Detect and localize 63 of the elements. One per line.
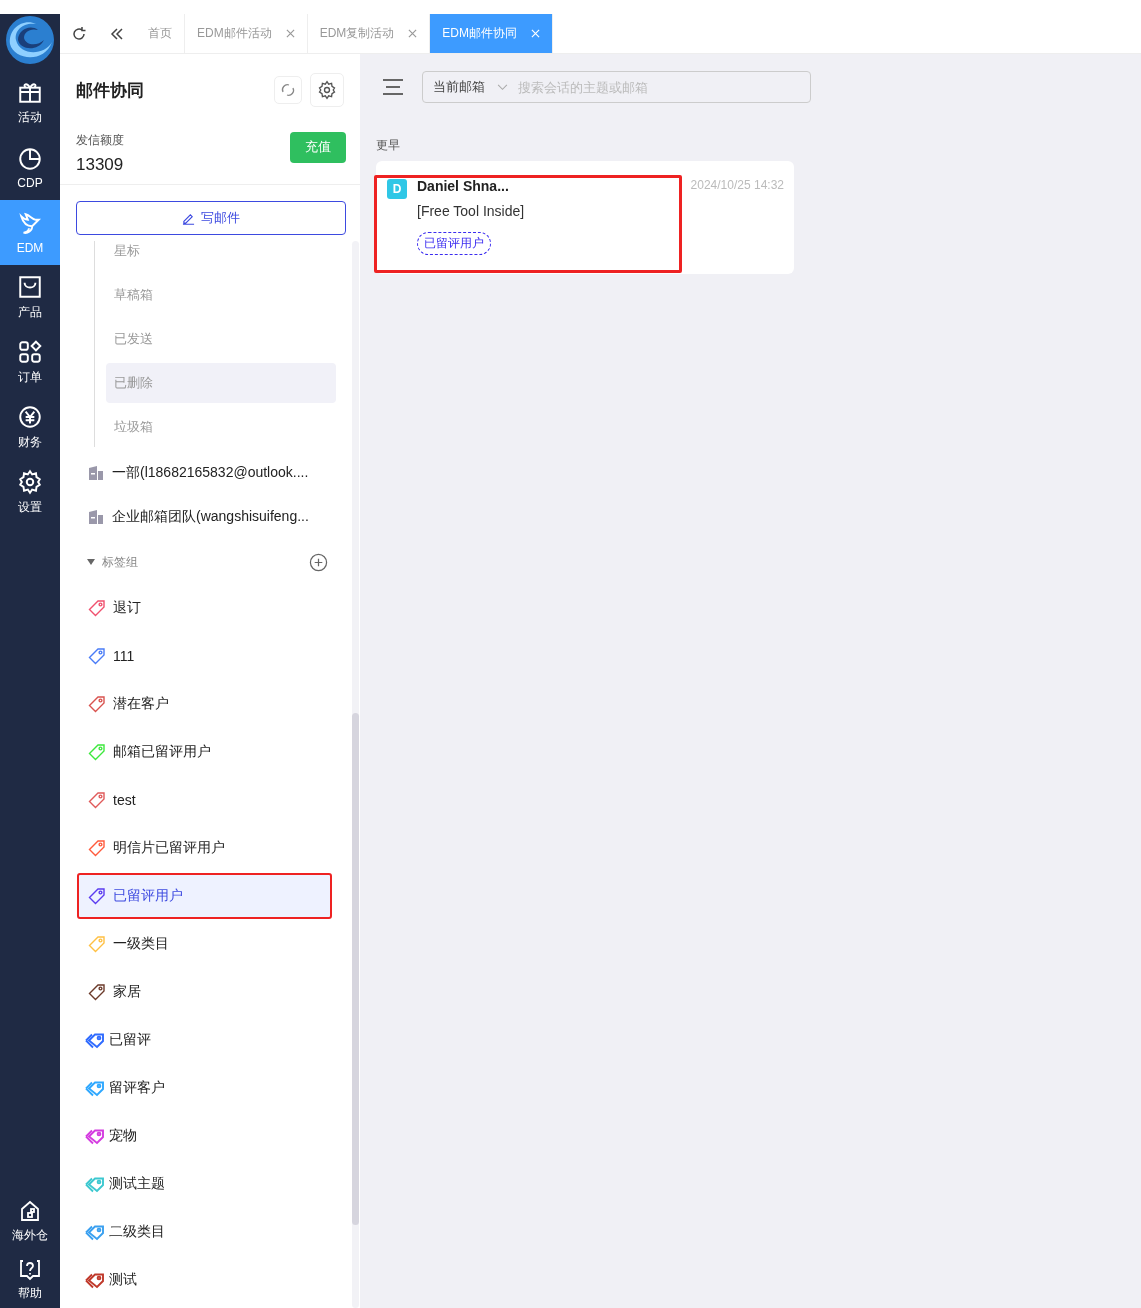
close-icon[interactable] [408,29,418,38]
sender-name: Daniel Shna... [417,177,509,195]
sync-icon [280,82,296,98]
menu-icon[interactable] [382,78,404,96]
panel-title: 邮件协同 [76,79,145,102]
tag-item[interactable]: 明信片已留评用户 [77,825,332,871]
tag-item[interactable]: 一级类目 [77,921,332,967]
bag-icon [17,274,43,300]
mailbox-select[interactable]: 当前邮箱 [433,78,485,96]
tag-item[interactable]: test [77,777,332,823]
tag-item[interactable]: 111 [77,633,332,679]
nav-item[interactable]: 帮助 [0,1250,60,1308]
tag-item[interactable]: 潜在客户 [77,681,332,727]
tag-item[interactable]: 退订 [77,585,332,631]
tag-item[interactable]: 已留评 [77,1017,332,1063]
nav-item[interactable]: 财务 [0,395,60,460]
account-item[interactable]: 企业邮箱团队(wangshisuifeng... [60,495,360,539]
tag-item[interactable]: 测试主题 [77,1161,332,1207]
tag-item[interactable]: 已留评用户 [77,873,332,919]
close-icon[interactable] [285,29,295,38]
account-label: 企业邮箱团队(wangshisuifeng... [112,508,309,526]
bird-icon [17,210,43,237]
settings-button[interactable] [310,73,344,107]
tag-item[interactable]: 邮箱已留评用户 [77,729,332,775]
grid-icon [17,339,43,365]
house-icon [18,1198,42,1223]
tag-item[interactable]: 宠物 [77,1113,332,1159]
nav-item[interactable]: 设置 [0,460,60,525]
yen-icon [17,404,43,430]
caret-icon [86,557,96,567]
nav-item[interactable]: 产品 [0,265,60,330]
gear-icon [17,469,43,495]
account-item[interactable]: 一部(l18682165832@outlook.... [60,451,360,495]
chevron-down-icon [497,83,508,91]
pie-icon [17,145,43,172]
logo-icon [4,14,56,66]
building-icon [88,509,104,525]
mail-card[interactable]: D Daniel Shna... [Free Tool Inside] 已留评用户 2024/10/25 14:32 [376,161,794,274]
mail-date: 2024/10/25 14:32 [690,178,784,192]
tag-item[interactable]: 测试 [77,1257,332,1303]
compose-button[interactable]: 写邮件 [76,201,346,235]
account-label: 一部(l18682165832@outlook.... [112,464,309,482]
tag-item[interactable]: 二级类目 [77,1209,332,1255]
nav-item[interactable]: 活动 [0,70,60,135]
double-chevron-left-icon[interactable] [109,25,125,42]
sync-button[interactable] [274,76,302,104]
add-icon[interactable] [309,552,328,572]
refresh-icon[interactable] [71,25,87,42]
building-icon [88,465,104,481]
nav-item[interactable]: 订单 [0,330,60,395]
avatar: D [387,179,407,199]
settings-icon [317,80,337,100]
tag-item[interactable]: 留评客户 [77,1065,332,1111]
tag-item[interactable]: 家居 [77,969,332,1015]
nav-item[interactable]: 海外仓 [0,1192,60,1250]
scrollbar-thumb[interactable] [352,713,359,1225]
group-label: 更早 [376,137,401,154]
nav-item[interactable]: CDP [0,135,60,200]
quota-label: 发信额度 [76,131,125,149]
quota-value: 13309 [76,154,125,175]
tag-group-toggle[interactable]: 标签组 [86,553,309,571]
pen-icon [182,211,195,225]
mail-subject: [Free Tool Inside] [417,203,525,219]
